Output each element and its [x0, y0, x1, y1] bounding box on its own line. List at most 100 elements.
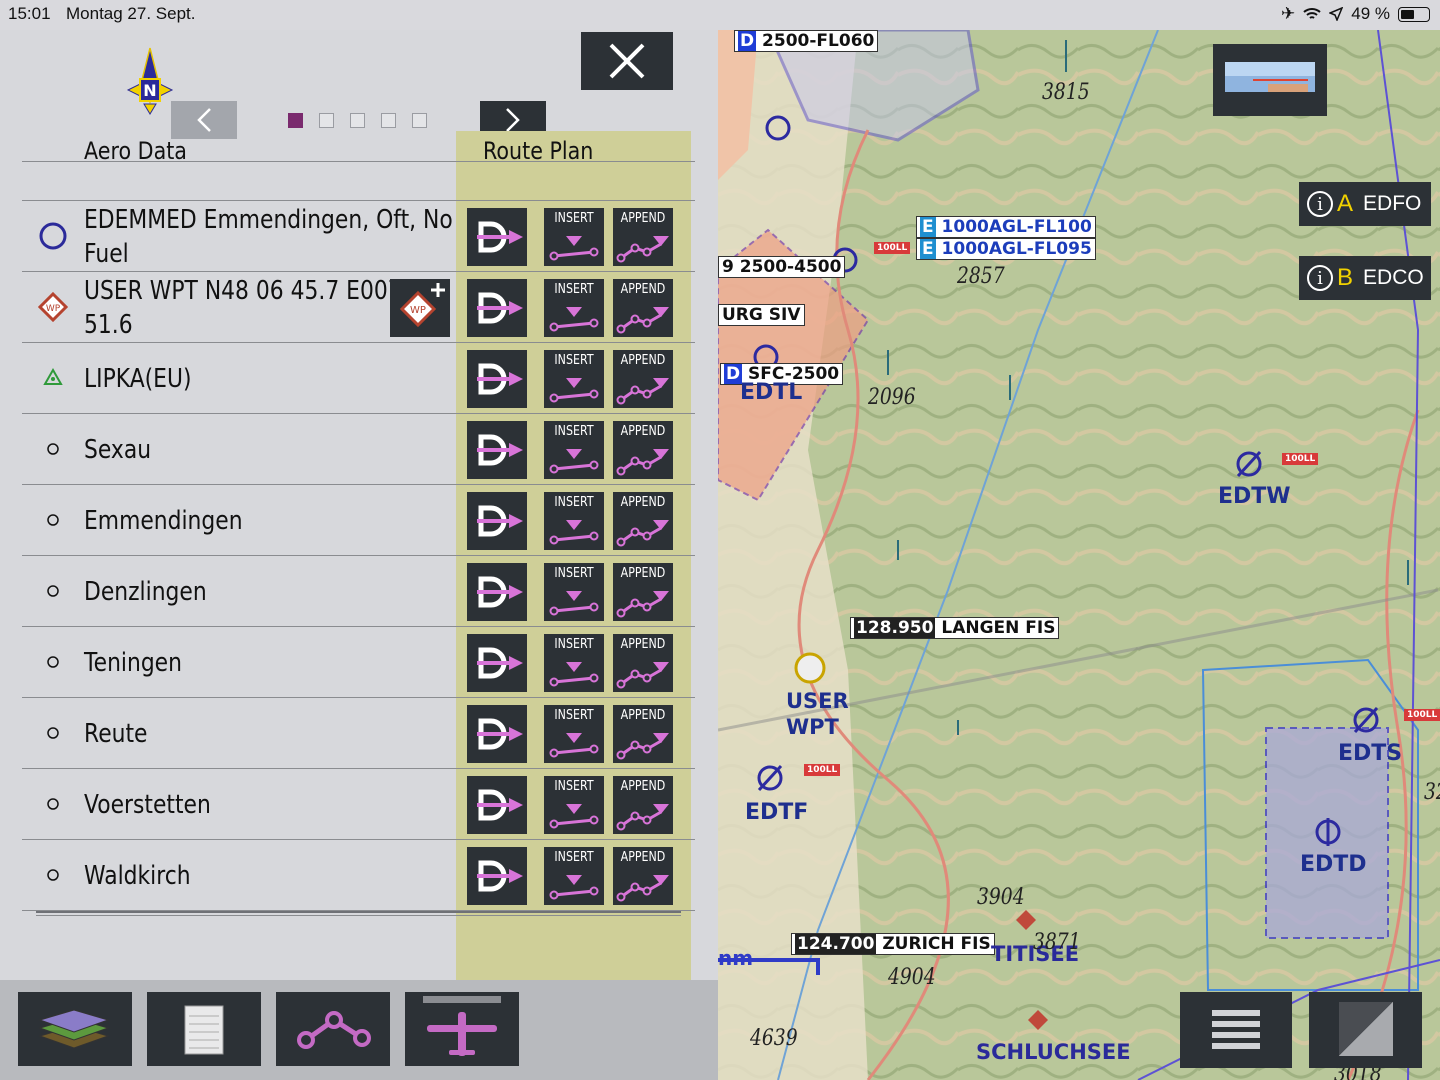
small-circle-icon	[38, 718, 68, 748]
wifi-icon	[1303, 8, 1321, 19]
airport-label[interactable]: EDTL	[740, 380, 802, 405]
append-button[interactable]: APPEND	[613, 279, 673, 337]
list-item[interactable]: WP USER WPT N48 06 45.7 E007 51.6 WP INSERT…	[22, 272, 695, 343]
direct-to-button[interactable]	[467, 563, 527, 621]
location-arrow-icon	[1329, 7, 1344, 21]
fuel-tag: 100LL	[1404, 709, 1440, 721]
airport-label[interactable]: EDTD	[1300, 852, 1367, 877]
small-circle-icon	[38, 647, 68, 677]
direct-to-button[interactable]	[467, 776, 527, 834]
list-item-name[interactable]: Emmendingen	[84, 485, 454, 556]
direct-to-icon	[477, 789, 523, 821]
chevron-right-icon	[506, 108, 520, 132]
append-label: APPEND	[620, 424, 666, 439]
direct-to-button[interactable]	[467, 634, 527, 692]
direct-to-button[interactable]	[467, 208, 527, 266]
list-item[interactable]: Denzlingen INSERT APPEND	[22, 556, 695, 627]
append-button[interactable]: APPEND	[613, 350, 673, 408]
aircraft-button[interactable]	[405, 992, 519, 1066]
airspace-label[interactable]: 9 2500-4500	[718, 256, 846, 278]
direct-to-button[interactable]	[467, 279, 527, 337]
append-button[interactable]: APPEND	[613, 776, 673, 834]
insert-button[interactable]: INSERT	[544, 847, 604, 905]
list-button[interactable]	[1180, 992, 1292, 1068]
insert-button[interactable]: INSERT	[544, 350, 604, 408]
compass-north-icon[interactable]: N	[124, 46, 176, 116]
route-button[interactable]	[276, 992, 390, 1066]
small-circle-icon	[38, 505, 68, 535]
direct-to-button[interactable]	[467, 492, 527, 550]
list-item[interactable]: Sexau INSERT APPEND	[22, 414, 695, 485]
direct-to-icon	[477, 576, 523, 608]
airspace-label[interactable]: E 1000AGL-FL100	[916, 216, 1096, 238]
airport-label[interactable]: EDTF	[745, 800, 808, 825]
list-item[interactable]: EDEMMED Emmendingen, Oft, No Fuel INSERT A…	[22, 201, 695, 272]
list-item-name[interactable]: Teningen	[84, 627, 454, 698]
list-item[interactable]: Waldkirch INSERT APPEND	[22, 840, 695, 911]
add-user-waypoint-button[interactable]: WP	[390, 279, 450, 337]
list-item[interactable]: Teningen INSERT APPEND	[22, 627, 695, 698]
elevation-label: 3904	[977, 885, 1025, 910]
list-item-name[interactable]: Reute	[84, 698, 454, 769]
airport-info-button-b[interactable]: i B EDCO	[1299, 256, 1431, 300]
aeronautical-map[interactable]: . D 2500-FL060 E 1000AGL-FL100 E 1000AGL…	[718, 30, 1440, 1080]
direct-to-button[interactable]	[467, 350, 527, 408]
insert-label: INSERT	[554, 708, 594, 723]
fullscreen-toggle-button[interactable]	[1309, 992, 1422, 1068]
place-label[interactable]: SCHLUCHSEE	[976, 1040, 1131, 1064]
vertical-profile-button[interactable]	[1213, 44, 1327, 116]
layers-button[interactable]	[18, 992, 132, 1066]
page-dot[interactable]	[319, 113, 334, 128]
insert-label: INSERT	[554, 424, 594, 439]
list-item-name[interactable]: Sexau	[84, 414, 454, 485]
page-dot[interactable]	[412, 113, 427, 128]
airport-info-button-a[interactable]: i A EDFO	[1299, 182, 1431, 226]
append-button[interactable]: APPEND	[613, 847, 673, 905]
insert-button[interactable]: INSERT	[544, 208, 604, 266]
list-item-name[interactable]: EDEMMED Emmendingen, Oft, No Fuel	[84, 201, 454, 272]
list-item-name[interactable]: Waldkirch	[84, 840, 454, 911]
list-item[interactable]: Emmendingen INSERT APPEND	[22, 485, 695, 556]
insert-button[interactable]: INSERT	[544, 279, 604, 337]
frequency-label[interactable]: 128.950 LANGEN FIS	[850, 617, 1060, 639]
page-dot[interactable]	[381, 113, 396, 128]
list-item-name[interactable]: Voerstetten	[84, 769, 454, 840]
airspace-label[interactable]: URG SIV	[718, 304, 805, 326]
insert-button[interactable]: INSERT	[544, 492, 604, 550]
insert-button[interactable]: INSERT	[544, 776, 604, 834]
small-circle-icon	[38, 576, 68, 606]
direct-to-button[interactable]	[467, 847, 527, 905]
notepad-button[interactable]	[147, 992, 261, 1066]
append-button[interactable]: APPEND	[613, 705, 673, 763]
airspace-label[interactable]: E 1000AGL-FL095	[916, 238, 1096, 260]
svg-text:WP: WP	[46, 304, 61, 314]
list-item-name[interactable]: LIPKA(EU)	[84, 343, 454, 414]
list-item[interactable]: Voerstetten INSERT APPEND	[22, 769, 695, 840]
insert-button[interactable]: INSERT	[544, 563, 604, 621]
list-item[interactable]: Reute INSERT APPEND	[22, 698, 695, 769]
list-item[interactable]: LIPKA(EU) INSERT APPEND	[22, 343, 695, 414]
page-dot[interactable]	[350, 113, 365, 128]
direct-to-icon	[477, 292, 523, 324]
user-waypoint-label[interactable]: USER WPT	[786, 688, 849, 740]
airport-label[interactable]: EDTS	[1338, 741, 1402, 766]
close-button[interactable]	[581, 32, 673, 90]
airspace-label[interactable]: D 2500-FL060	[734, 30, 879, 52]
direct-to-button[interactable]	[467, 705, 527, 763]
insert-button[interactable]: INSERT	[544, 421, 604, 479]
insert-button[interactable]: INSERT	[544, 705, 604, 763]
direct-to-button[interactable]	[467, 421, 527, 479]
append-button[interactable]: APPEND	[613, 492, 673, 550]
append-label: APPEND	[620, 211, 666, 226]
frequency-label[interactable]: 124.700 ZURICH FIS	[791, 933, 995, 955]
append-button[interactable]: APPEND	[613, 563, 673, 621]
insert-label: INSERT	[554, 353, 594, 368]
elevation-label: 3871	[1033, 930, 1081, 955]
append-button[interactable]: APPEND	[613, 208, 673, 266]
append-button[interactable]: APPEND	[613, 421, 673, 479]
page-dot[interactable]	[288, 113, 303, 128]
airport-label[interactable]: EDTW	[1218, 484, 1291, 509]
append-button[interactable]: APPEND	[613, 634, 673, 692]
insert-button[interactable]: INSERT	[544, 634, 604, 692]
list-item-name[interactable]: Denzlingen	[84, 556, 454, 627]
